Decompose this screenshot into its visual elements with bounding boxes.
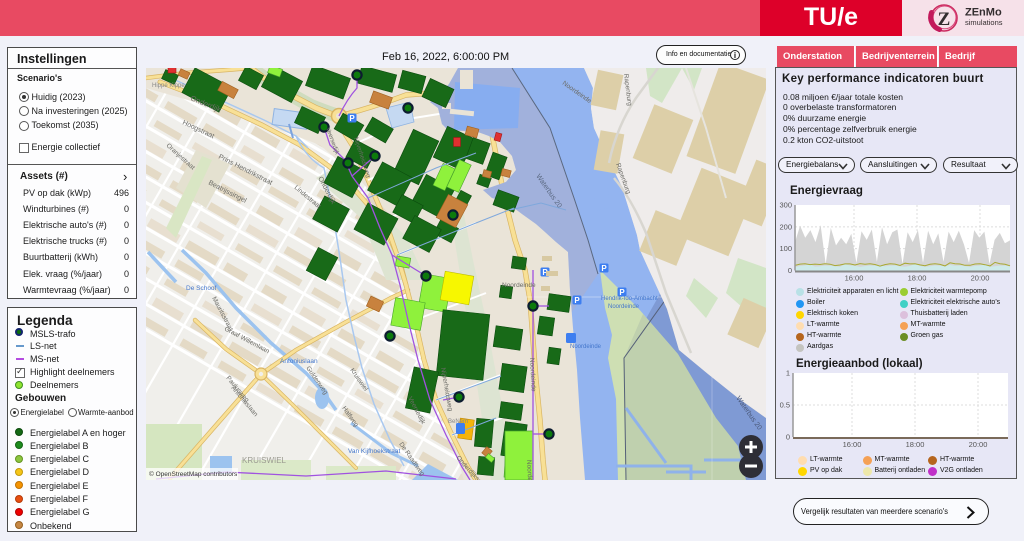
svg-text:P: P xyxy=(601,264,607,273)
svg-text:16:00: 16:00 xyxy=(843,440,862,449)
svg-text:0: 0 xyxy=(788,266,792,275)
svg-text:BeNem: BeNem xyxy=(448,419,468,425)
svg-text:Hippe Kippe: Hippe Kippe xyxy=(152,83,185,89)
svg-text:Van Kijfhoekstraat: Van Kijfhoekstraat xyxy=(348,448,400,455)
svg-text:Hendrik-Ido-Ambacht: Hendrik-Ido-Ambacht xyxy=(601,296,658,302)
svg-text:P: P xyxy=(349,114,355,123)
svg-text:Noordeinde: Noordeinde xyxy=(608,304,640,310)
svg-text:Z: Z xyxy=(938,9,951,30)
svg-text:16:00: 16:00 xyxy=(845,274,864,283)
svg-text:20:00: 20:00 xyxy=(969,440,988,449)
svg-text:P: P xyxy=(574,296,580,305)
svg-text:0: 0 xyxy=(786,433,790,442)
svg-text:Antoniuslaan: Antoniuslaan xyxy=(280,358,318,365)
svg-text:Noordeinde: Noordeinde xyxy=(525,460,534,480)
svg-text:Noordeinde: Noordeinde xyxy=(502,282,536,289)
svg-text:20:00: 20:00 xyxy=(971,274,990,283)
svg-text:KRUISWIEL: KRUISWIEL xyxy=(242,456,287,465)
svg-text:De Schoof: De Schoof xyxy=(186,285,217,292)
svg-text:300: 300 xyxy=(779,201,792,210)
svg-text:18:00: 18:00 xyxy=(908,274,927,283)
svg-text:Noordeinde: Noordeinde xyxy=(570,344,602,350)
svg-text:ZEnMo: ZEnMo xyxy=(965,7,1002,19)
svg-text:simulations: simulations xyxy=(965,18,1003,27)
svg-text:© OpenStreetMap contributors: © OpenStreetMap contributors xyxy=(149,470,238,478)
svg-text:18:00: 18:00 xyxy=(906,440,925,449)
svg-text:100: 100 xyxy=(779,244,792,253)
svg-text:0.5: 0.5 xyxy=(780,401,790,410)
svg-text:1: 1 xyxy=(786,369,790,378)
svg-text:200: 200 xyxy=(779,222,792,231)
